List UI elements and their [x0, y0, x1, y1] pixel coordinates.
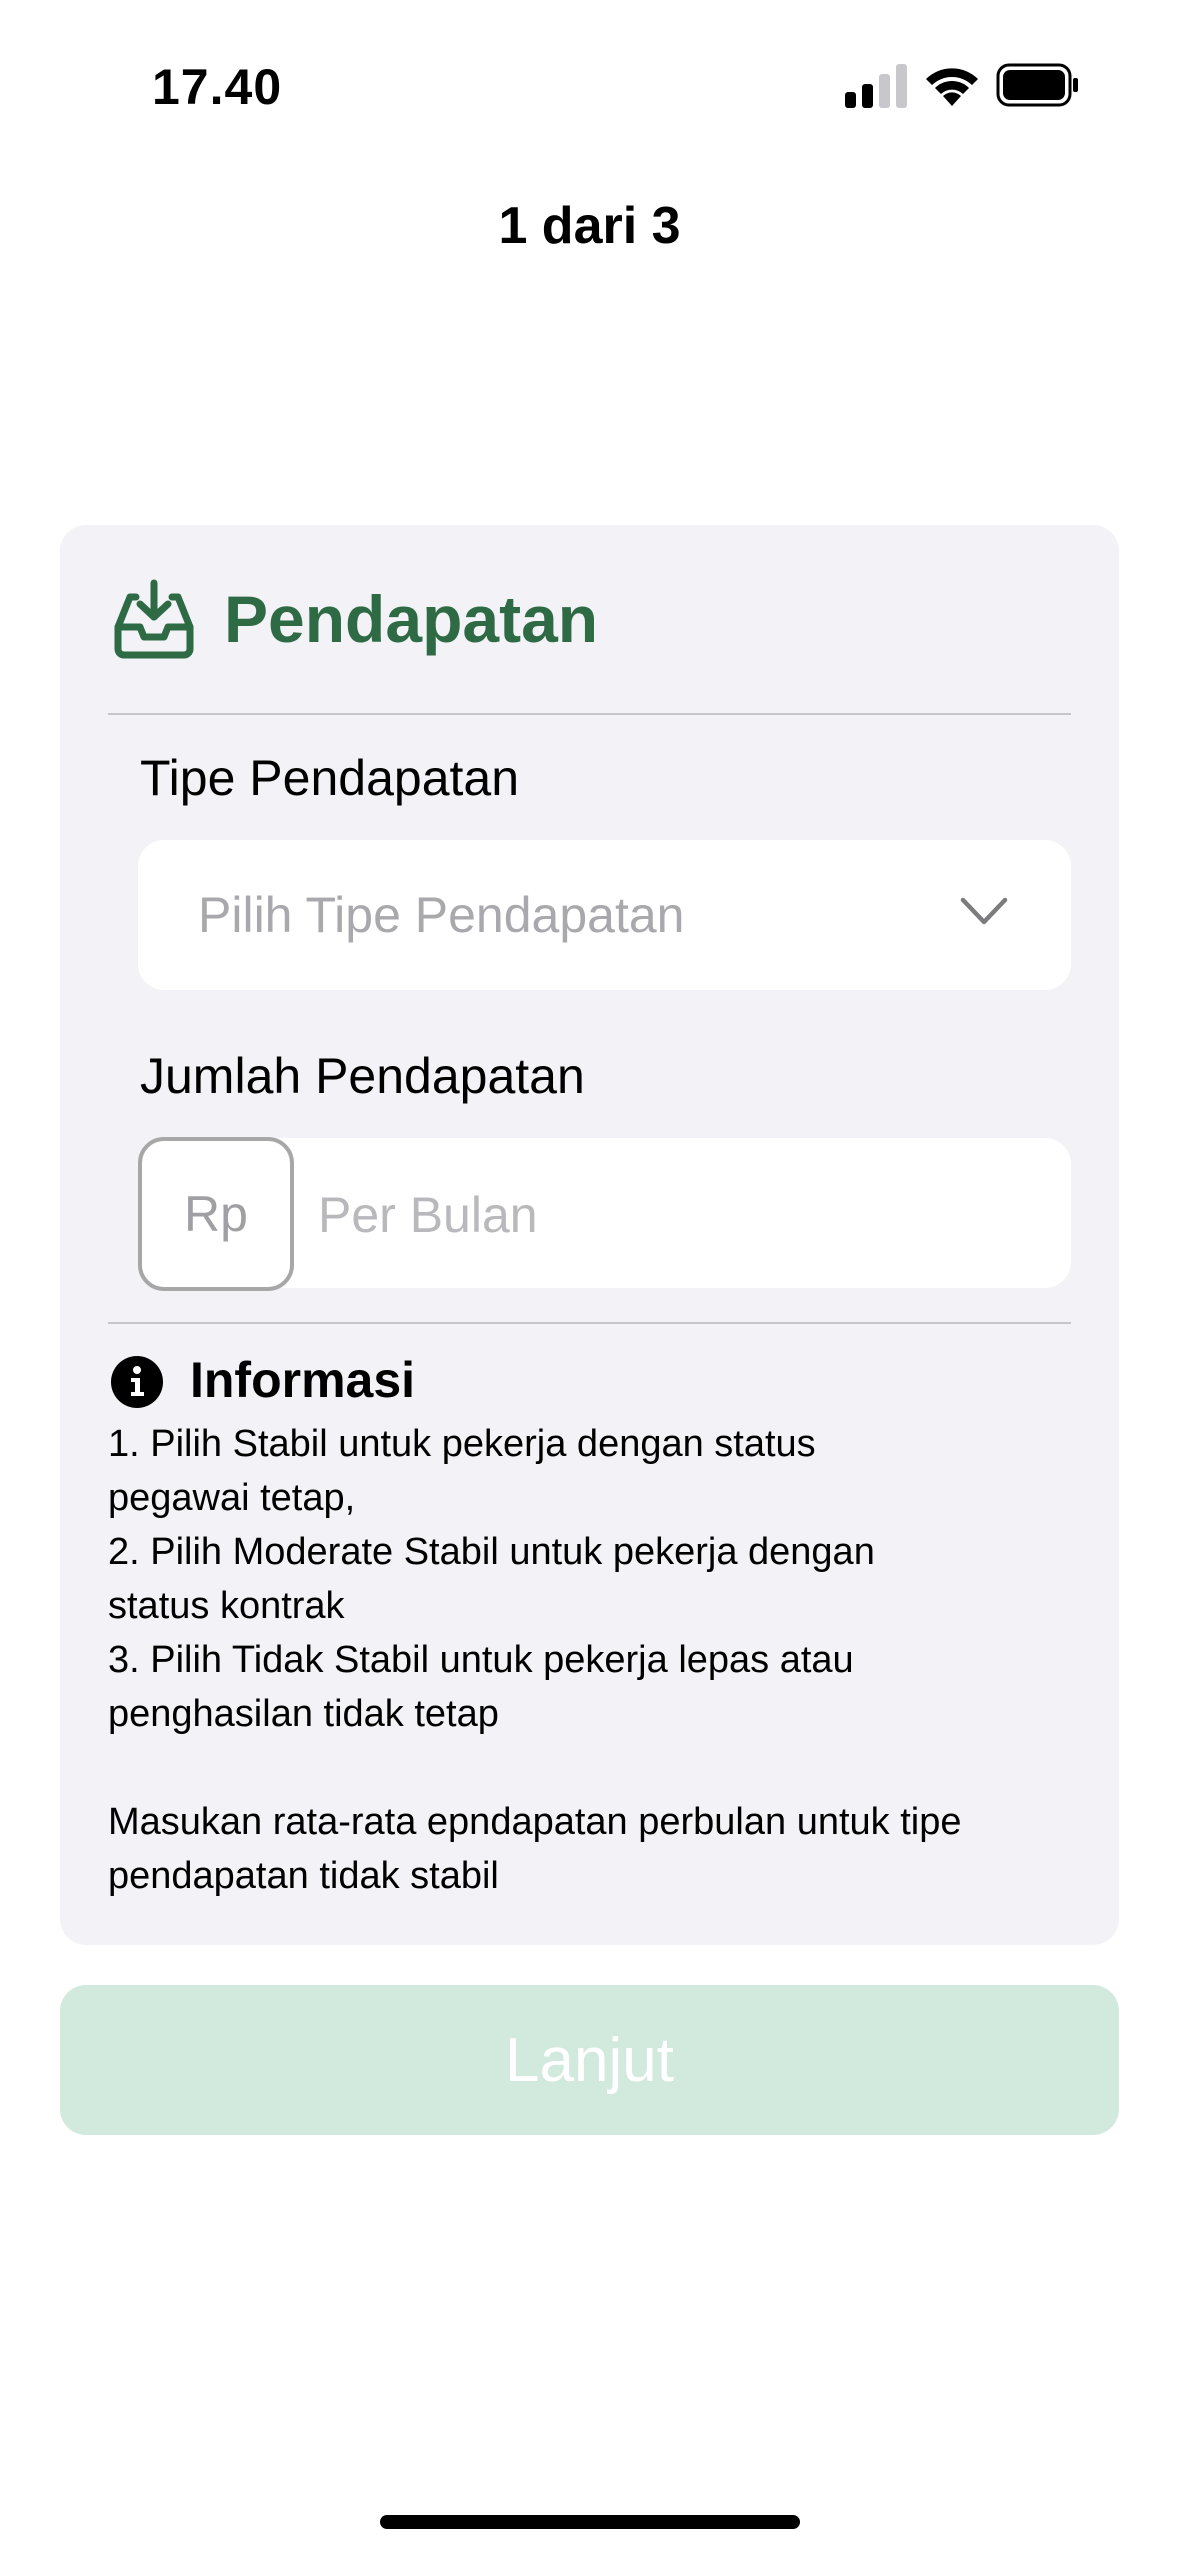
divider: [108, 713, 1071, 715]
info-line: status kontrak: [108, 1585, 345, 1627]
section-title: Pendapatan: [224, 582, 599, 656]
info-note-line: Masukan rata-rata epndapatan perbulan un…: [108, 1801, 962, 1843]
inbox-download-icon: [114, 579, 194, 659]
info-title: Informasi: [190, 1352, 416, 1408]
divider: [108, 1322, 1071, 1324]
screen: 17.40 1 dari 3 Pendapatan Tipe Pendapata…: [0, 0, 1179, 2556]
income-type-placeholder: Pilih Tipe Pendapatan: [198, 887, 685, 943]
chevron-down-icon: [960, 897, 1008, 925]
info-line: 3. Pilih Tidak Stabil untuk pekerja lepa…: [108, 1639, 854, 1681]
info-line: penghasilan tidak tetap: [108, 1693, 499, 1735]
status-time: 17.40: [152, 59, 283, 115]
info-text: 1. Pilih Stabil untuk pekerja dengan sta…: [108, 1417, 1088, 1903]
info-line: 2. Pilih Moderate Stabil untuk pekerja d…: [108, 1531, 875, 1573]
continue-button[interactable]: Lanjut: [60, 1985, 1119, 2135]
info-note-line: pendapatan tidak stabil: [108, 1855, 499, 1897]
battery-icon: [996, 63, 1078, 107]
wifi-icon: [926, 68, 978, 106]
home-indicator[interactable]: [380, 2515, 800, 2529]
info-circle-icon: [111, 1356, 163, 1408]
page-title: 1 dari 3: [498, 197, 681, 255]
info-line: 1. Pilih Stabil untuk pekerja dengan sta…: [108, 1423, 816, 1465]
info-line: pegawai tetap,: [108, 1477, 356, 1519]
income-type-select[interactable]: Pilih Tipe Pendapatan: [138, 840, 1071, 990]
income-amount-field[interactable]: Rp Per Bulan: [138, 1137, 1071, 1291]
income-amount-label: Jumlah Pendapatan: [140, 1048, 585, 1104]
status-bar: 17.40: [0, 0, 1179, 160]
income-card: Pendapatan Tipe Pendapatan Pilih Tipe Pe…: [60, 525, 1119, 1945]
cellular-signal-icon: [845, 64, 907, 108]
currency-prefix: Rp: [138, 1137, 294, 1291]
income-amount-placeholder: Per Bulan: [318, 1187, 538, 1243]
income-type-label: Tipe Pendapatan: [140, 750, 520, 806]
